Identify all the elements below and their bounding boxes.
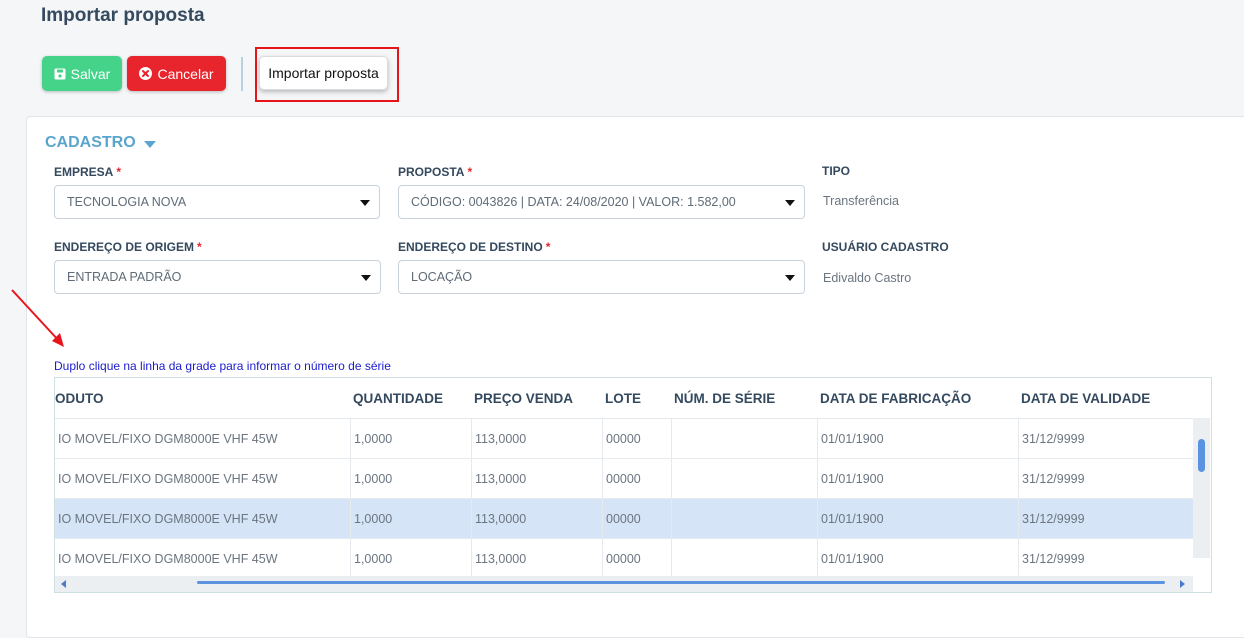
endereco-origem-value: ENTRADA PADRÃO — [67, 270, 182, 284]
annotation-arrow-icon — [11, 289, 64, 347]
endereco-destino-label-text: ENDEREÇO DE DESTINO — [398, 240, 543, 254]
empresa-label: EMPRESA * — [54, 165, 121, 179]
column-header-quantidade[interactable]: QUANTIDADE — [353, 391, 443, 406]
cell-produto: IO MOVEL/FIXO DGM8000E VHF 45W — [58, 432, 278, 446]
proposta-label: PROPOSTA * — [398, 165, 472, 179]
horizontal-scrollbar-thumb[interactable] — [197, 581, 1165, 584]
cell-num-serie — [671, 499, 817, 539]
cell-num-serie — [671, 459, 817, 499]
cell-lote: 00000 — [602, 539, 671, 579]
cell-quantidade: 1,0000 — [350, 419, 471, 459]
cell-quantidade: 1,0000 — [350, 539, 471, 579]
cell-produto: IO MOVEL/FIXO DGM8000E VHF 45W — [58, 512, 278, 526]
proposta-label-text: PROPOSTA — [398, 165, 465, 179]
cell-data-validade: 31/12/9999 — [1018, 419, 1193, 459]
section-title: CADASTRO — [45, 134, 136, 151]
dropdown-caret-icon — [361, 275, 371, 281]
cancel-button-label: Cancelar — [157, 65, 214, 82]
endereco-origem-label: ENDEREÇO DE ORIGEM * — [54, 240, 202, 254]
grid-body: IO MOVEL/FIXO DGM8000E VHF 45W 1,0000 11… — [55, 418, 1193, 579]
vertical-scrollbar-thumb[interactable] — [1198, 439, 1205, 472]
tipo-label: TIPO — [822, 164, 851, 178]
tipo-value: Transferência — [823, 194, 899, 208]
cell-lote: 00000 — [602, 419, 671, 459]
section-header-cadastro[interactable]: CADASTRO — [45, 134, 156, 152]
scroll-right-arrow-icon[interactable] — [1180, 580, 1185, 588]
endereco-origem-select[interactable]: ENTRADA PADRÃO — [54, 260, 381, 294]
cell-produto: IO MOVEL/FIXO DGM8000E VHF 45W — [58, 472, 278, 486]
usuario-cadastro-label: USUÁRIO CADASTRO — [822, 240, 949, 254]
cell-data-fabricacao: 01/01/1900 — [817, 539, 1018, 579]
page-title: Importar proposta — [41, 5, 205, 26]
endereco-destino-select[interactable]: LOCAÇÃO — [398, 260, 805, 294]
close-circle-icon — [139, 67, 153, 80]
required-marker: * — [545, 240, 551, 254]
table-row[interactable]: IO MOVEL/FIXO DGM8000E VHF 45W 1,0000 11… — [55, 539, 1193, 579]
grid-hint-text: Duplo clique na linha da grade para info… — [54, 359, 391, 373]
cell-data-validade: 31/12/9999 — [1018, 459, 1193, 499]
column-header-num-serie[interactable]: NÚM. DE SÉRIE — [674, 391, 775, 406]
cell-produto: IO MOVEL/FIXO DGM8000E VHF 45W — [58, 552, 278, 566]
dropdown-caret-icon — [360, 200, 370, 206]
required-marker: * — [467, 165, 473, 179]
endereco-destino-label: ENDEREÇO DE DESTINO * — [398, 240, 550, 254]
horizontal-scrollbar[interactable] — [55, 576, 1193, 592]
cell-data-fabricacao: 01/01/1900 — [817, 499, 1018, 539]
required-marker: * — [116, 165, 122, 179]
cell-num-serie — [671, 539, 817, 579]
save-button-label: Salvar — [70, 65, 111, 82]
dropdown-caret-icon — [785, 275, 795, 281]
empresa-label-text: EMPRESA — [54, 165, 114, 179]
floppy-disk-icon — [54, 68, 66, 80]
cancel-button[interactable]: Cancelar — [127, 56, 226, 91]
save-button[interactable]: Salvar — [42, 56, 122, 91]
column-header-preco-venda[interactable]: PREÇO VENDA — [474, 391, 573, 406]
proposta-select[interactable]: CÓDIGO: 0043826 | DATA: 24/08/2020 | VAL… — [398, 185, 805, 219]
cell-data-validade: 31/12/9999 — [1018, 499, 1193, 539]
vertical-scrollbar[interactable] — [1193, 418, 1210, 558]
endereco-origem-label-text: ENDEREÇO DE ORIGEM — [54, 240, 195, 254]
empresa-value: TECNOLOGIA NOVA — [67, 195, 187, 209]
cell-preco-venda: 113,0000 — [471, 459, 602, 499]
column-header-produto[interactable]: ODUTO — [55, 391, 104, 406]
cell-preco-venda: 113,0000 — [471, 539, 602, 579]
cell-data-fabricacao: 01/01/1900 — [817, 459, 1018, 499]
table-row-selected[interactable]: IO MOVEL/FIXO DGM8000E VHF 45W 1,0000 11… — [55, 499, 1193, 539]
column-header-lote[interactable]: LOTE — [605, 391, 641, 406]
cell-quantidade: 1,0000 — [350, 459, 471, 499]
table-row[interactable]: IO MOVEL/FIXO DGM8000E VHF 45W 1,0000 11… — [55, 419, 1193, 459]
collapse-caret-icon — [143, 140, 156, 148]
import-proposal-button[interactable]: Importar proposta — [259, 56, 388, 90]
cell-preco-venda: 113,0000 — [471, 499, 602, 539]
column-header-data-validade[interactable]: DATA DE VALIDADE — [1021, 391, 1150, 406]
cell-num-serie — [671, 419, 817, 459]
endereco-destino-value: LOCAÇÃO — [411, 270, 473, 284]
cell-lote: 00000 — [602, 499, 671, 539]
cell-data-fabricacao: 01/01/1900 — [817, 419, 1018, 459]
table-row[interactable]: IO MOVEL/FIXO DGM8000E VHF 45W 1,0000 11… — [55, 459, 1193, 499]
cell-data-validade: 31/12/9999 — [1018, 539, 1193, 579]
cell-quantidade: 1,0000 — [350, 499, 471, 539]
proposta-value: CÓDIGO: 0043826 | DATA: 24/08/2020 | VAL… — [411, 195, 736, 209]
usuario-cadastro-value: Edivaldo Castro — [823, 271, 912, 285]
empresa-select[interactable]: TECNOLOGIA NOVA — [54, 185, 380, 219]
scroll-left-arrow-icon[interactable] — [61, 580, 66, 588]
grid-header: ODUTO QUANTIDADE PREÇO VENDA LOTE NÚM. D… — [55, 378, 1195, 418]
column-header-data-fabricacao[interactable]: DATA DE FABRICAÇÃO — [820, 391, 971, 406]
required-marker: * — [197, 240, 202, 254]
cell-preco-venda: 113,0000 — [471, 419, 602, 459]
cell-lote: 00000 — [602, 459, 671, 499]
products-grid: ODUTO QUANTIDADE PREÇO VENDA LOTE NÚM. D… — [54, 377, 1212, 593]
toolbar-divider — [241, 57, 243, 91]
dropdown-caret-icon — [785, 200, 795, 206]
